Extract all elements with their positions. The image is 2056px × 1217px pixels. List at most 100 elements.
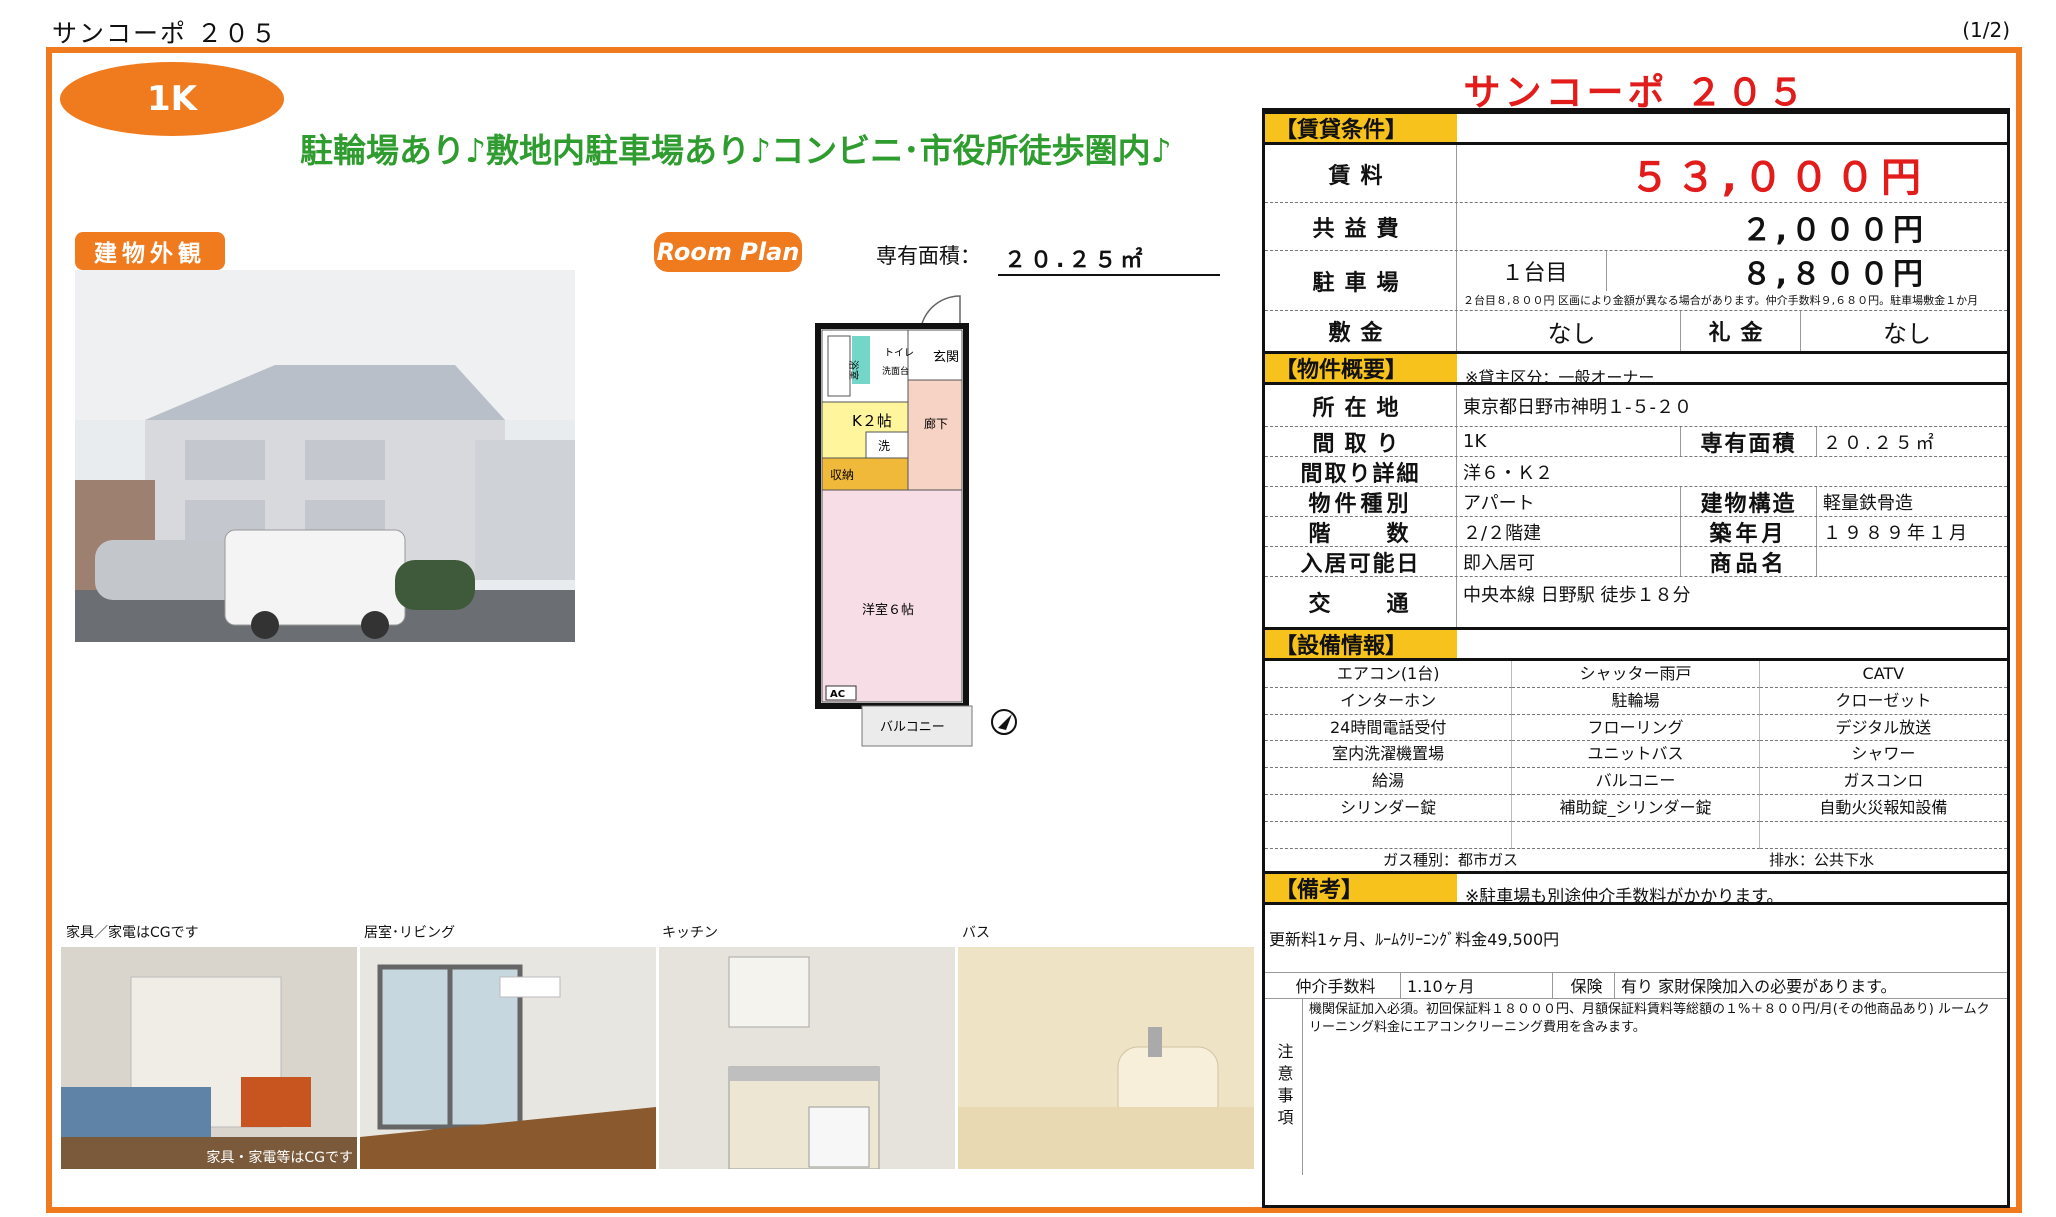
caution-text: 機関保証加入必須。初回保証料１８０００円、月額保証料賃料等総額の１%＋８００円/… [1309,1001,1990,1035]
cg-overlay: 家具・家電等はCGです [206,1150,353,1166]
rent-label: 賃料 [1265,145,1457,202]
renewal-text: 更新料1ヶ月、ﾙｰﾑｸﾘｰﾆﾝｸﾞ料金49,500円 [1265,905,2007,973]
floor-value: ２/２階建 [1457,517,1681,546]
room-photo-living [360,947,656,1169]
detail-row: 間取り詳細 洋６・Ｋ２ [1265,457,2007,487]
parking-label: 駐車場 [1265,251,1457,310]
header-title: サンコーポ ２０５ [52,19,278,48]
equipment-item: ガスコンロ [1759,768,2007,795]
utility-row: ガス種別：都市ガス 排水：公共下水 [1265,849,2007,871]
overview-section-title: 【物件概要】 [1265,354,1457,383]
equipment-item: シャワー [1759,741,2007,769]
equipment-item: 給湯 [1265,768,1513,795]
structure-value: 軽量鉄骨造 [1823,492,1913,514]
gas-type: ガス種別：都市ガス [1382,850,1518,869]
area-row-value: ２０.２５㎡ [1823,432,1937,454]
room-photo-kitchen [659,947,955,1169]
photo-caption-4: バス [962,925,990,941]
room-plan-tag: Room Plan [654,232,802,272]
floor-plan: 玄関 浴室 トイレ 洗面台 K２帖 洗 収納 廊下 洋室６帖 AC バルコニー [800,278,1040,748]
address-value: 東京都日野市神明１-５-２０ [1463,396,1692,418]
parking-value: ８,８００円 [1741,257,1927,292]
exterior-tag: 建物外観 [75,232,225,270]
room-entrance: 玄関 [933,350,959,365]
equipment-grid: エアコン(1台) シャッター雨戸 CATV インターホン 駐輪場 クローゼット … [1265,661,2007,849]
room-photo-bath [958,947,1254,1169]
detail-value: 洋６・Ｋ２ [1463,462,1553,484]
parking-unit: １台目 [1457,251,1607,291]
key-money-value: なし [1883,319,1931,348]
equipment-section-title: 【設備情報】 [1265,630,1457,659]
room-ac: AC [830,689,845,700]
caution-row: 注意事項 機関保証加入必須。初回保証料１８０００円、月額保証料賃料等総額の１%＋… [1265,998,2007,1175]
common-fee-row: 共益費 ２,０００円 [1265,203,2007,251]
key-money-label: 礼金 [1681,311,1801,351]
equipment-item: 補助錠_シリンダー錠 [1512,794,1760,822]
rent-section-title: 【賃貸条件】 [1265,114,1457,143]
rent-section-header: 【賃貸条件】 [1265,111,2007,145]
exterior-photo [75,270,575,642]
equipment-item: エアコン(1台) [1265,661,1513,688]
equipment-item: デジタル放送 [1759,715,2007,742]
photo-caption-3: キッチン [662,925,718,941]
equipment-item: シリンダー錠 [1265,794,1513,822]
fee-label: 仲介手数料 [1265,972,1401,998]
area-value: ２０.２５㎡ [998,242,1220,276]
equipment-item: ユニットバス [1512,741,1760,769]
insurance-value: 有り 家財保険加入の必要があります。 [1621,977,1897,997]
movein-label: 入居可能日 [1265,547,1457,577]
equipment-item: CATV [1759,661,2007,688]
structure-label: 建物構造 [1681,487,1817,517]
equipment-item [1759,822,2007,849]
equipment-item: 駐輪場 [1512,687,1760,715]
address-label: 所在地 [1265,385,1457,426]
madori-label: 間取り [1265,427,1457,457]
deposit-label: 敷金 [1265,311,1457,351]
room-bath: 浴室 [847,360,860,380]
room-kitchen: K２帖 [852,412,892,430]
parking-note: ２台目８,８００円 区画により金額が異なる場合があります。仲介手数料９,６８０円… [1463,294,1979,307]
photo-caption-2: 居室･リビング [364,925,455,941]
layout-type-badge: 1K [60,62,284,136]
page-number: (1/2) [1962,18,2010,42]
area-row-label: 専有面積 [1681,427,1817,457]
room-sink: 洗面台 [882,365,909,377]
common-fee-label: 共益費 [1265,203,1457,250]
transport-row: 交 通 中央本線 日野駅 徒歩１８分 [1265,577,2007,627]
fee-value: 1.10ヶ月 [1401,972,1553,998]
deposit-row: 敷金 なし 礼金 なし [1265,311,2007,351]
overview-section-header: 【物件概要】 ※貸主区分：一般オーナー [1265,351,2007,387]
equipment-item [1512,821,1760,849]
product-label: 商品名 [1681,547,1817,577]
detail-label: 間取り詳細 [1265,457,1457,487]
transport-value: 中央本線 日野駅 徒歩１８分 [1463,585,1691,606]
remarks-section-header: 【備考】 ※駐車場も別途仲介手数料がかかります。 [1265,870,2007,907]
drain-type: 排水：公共下水 [1768,850,1874,869]
equipment-item: 24時間電話受付 [1265,714,1513,742]
overview-note: ※貸主区分：一般オーナー [1465,368,1655,387]
rent-value: ５３,０００円 [1629,154,1927,201]
built-value: １９８９年１月 [1823,522,1970,544]
photo-caption-1: 家具／家電はCGです [66,925,199,941]
insurance-label: 保険 [1553,972,1615,998]
catchphrase: 駐輪場あり♪敷地内駐車場あり♪コンビニ･市役所徒歩圏内♪ [300,131,1172,170]
equipment-item: シャッター雨戸 [1512,661,1760,688]
floor-row: 階 数 ２/２階建 築年月 １９８９年１月 [1265,517,2007,547]
deposit-value: なし [1457,311,1681,351]
type-label: 物件種別 [1265,487,1457,517]
remarks-section-title: 【備考】 [1265,873,1457,903]
caution-label: 注意事項 [1265,998,1303,1175]
equipment-item: 自動火災報知設備 [1759,795,2007,822]
room-wash: 洗 [878,439,890,453]
equipment-item: クローゼット [1759,688,2007,715]
equipment-section-header: 【設備情報】 [1265,627,2007,661]
transport-label: 交 通 [1265,577,1457,627]
remarks-note: ※駐車場も別途仲介手数料がかかります。 [1465,886,1784,907]
room-photo-furnished: 家具・家電等はCGです [61,947,357,1169]
movein-value: 即入居可 [1457,547,1681,576]
equipment-item: インターホン [1265,687,1513,715]
info-panel: 【賃貸条件】 賃料 ５３,０００円 共益費 ２,０００円 駐車場 １台目 ８,８… [1262,108,2010,1208]
room-toilet: トイレ [884,348,914,359]
madori-row: 間取り 1K 専有面積 ２０.２５㎡ [1265,427,2007,457]
equipment-item [1265,821,1513,849]
